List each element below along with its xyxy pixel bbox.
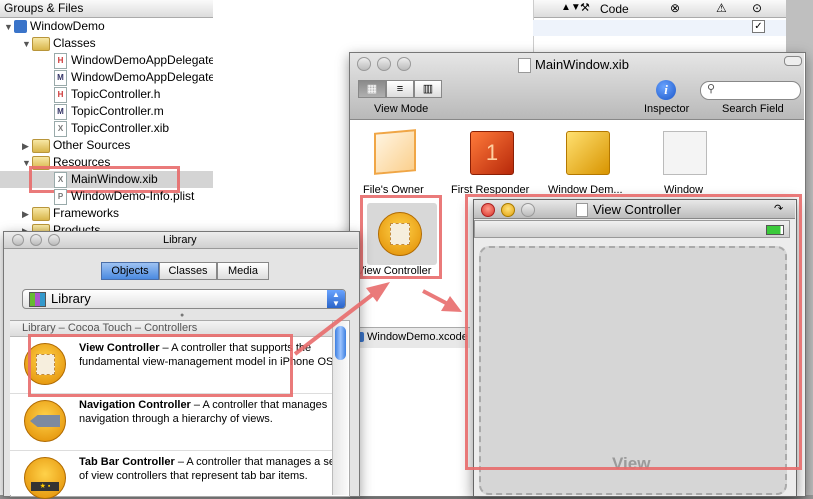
arrow-library-to-xib bbox=[293, 293, 374, 356]
annotation-arrows bbox=[293, 282, 462, 356]
arrow-xib-to-window bbox=[422, 289, 447, 305]
